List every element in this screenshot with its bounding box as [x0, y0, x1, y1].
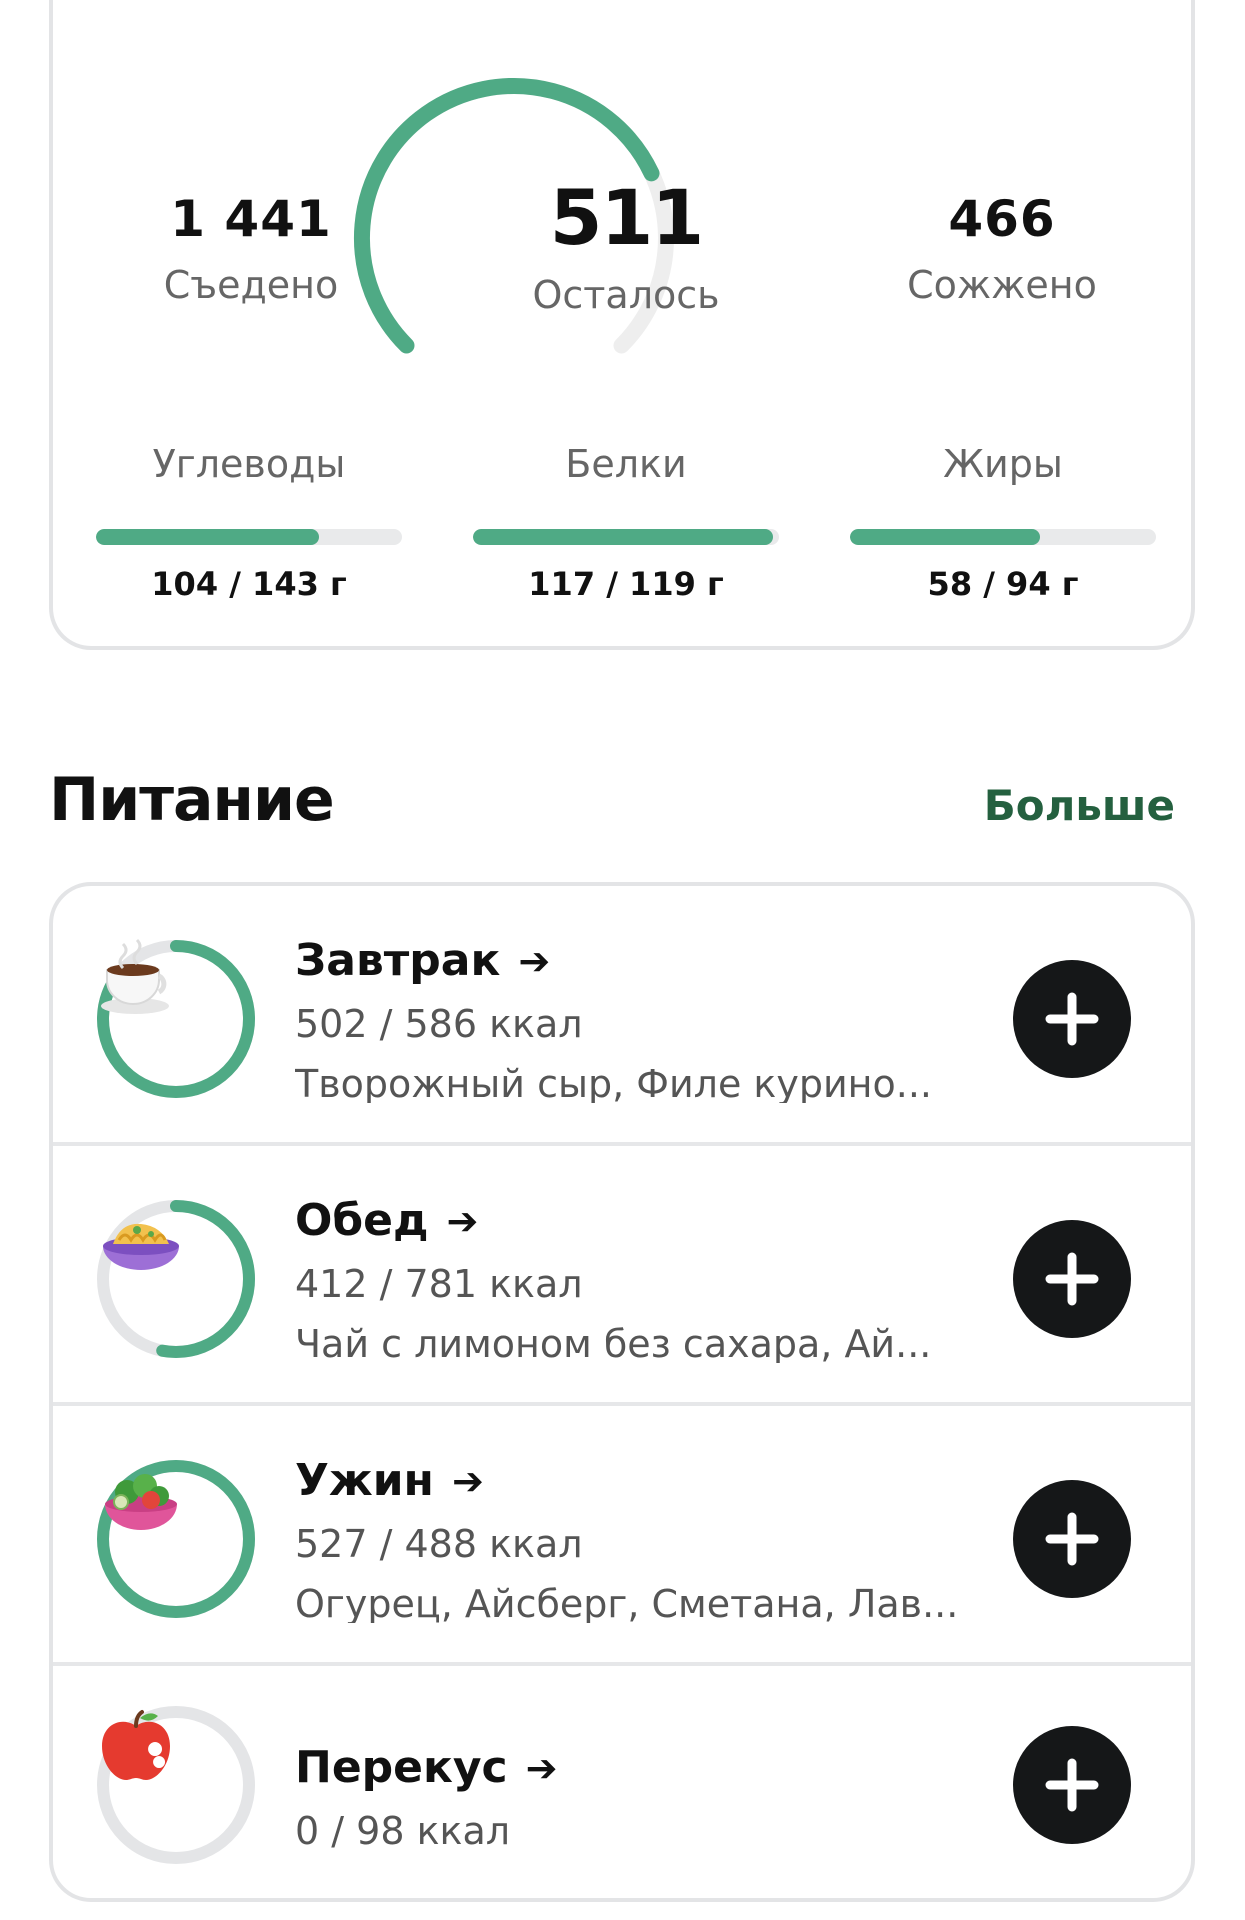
- meal-progress-ring: [93, 936, 259, 1102]
- macro-carbs-bar: [96, 529, 402, 545]
- meal-title: Обед ➔: [295, 1199, 1015, 1243]
- macro-carbs-value: 104 / 143 г: [151, 565, 347, 603]
- eaten-value: 1 441: [170, 190, 332, 248]
- meal-row-dinner[interactable]: Ужин ➔ 527 / 488 ккал Огурец, Айсберг, С…: [53, 1406, 1191, 1666]
- macro-fat-bar: [850, 529, 1156, 545]
- meal-calories: 502 / 586 ккал: [295, 1002, 583, 1046]
- macro-carbs: Углеводы 104 / 143 г: [96, 445, 402, 600]
- meal-row-lunch[interactable]: Обед ➔ 412 / 781 ккал Чай с лимоном без …: [53, 1146, 1191, 1406]
- meal-name: Ужин: [295, 1455, 434, 1506]
- apple-icon: [93, 1702, 259, 1868]
- meal-info: Завтрак ➔ 502 / 586 ккал Творожный сыр, …: [295, 939, 1015, 1104]
- plus-icon: [1045, 1758, 1099, 1812]
- meal-title: Перекус ➔: [295, 1746, 1015, 1790]
- burned-label: Сожжено: [907, 263, 1097, 307]
- meal-calories: 527 / 488 ккал: [295, 1522, 583, 1566]
- eaten-label: Съедено: [163, 263, 339, 307]
- nutrition-section-title: Питание: [49, 765, 335, 835]
- meal-row-breakfast[interactable]: Завтрак ➔ 502 / 586 ккал Творожный сыр, …: [53, 886, 1191, 1146]
- meal-name: Обед: [295, 1195, 429, 1246]
- meal-items: Огурец, Айсберг, Сметана, Лав...: [295, 1585, 959, 1623]
- more-link[interactable]: Больше: [984, 785, 1175, 827]
- macro-fat: Жиры 58 / 94 г: [850, 445, 1156, 600]
- calorie-summary-card: 1 441 Съедено 511 Осталось 466 Сожжено У…: [49, 0, 1195, 650]
- macro-carbs-label: Углеводы: [152, 442, 346, 486]
- macro-carbs-bar-fill: [96, 529, 320, 545]
- coffee-cup-icon: [93, 936, 259, 1102]
- meal-progress-ring: [93, 1456, 259, 1622]
- meal-info: Обед ➔ 412 / 781 ккал Чай с лимоном без …: [295, 1199, 1015, 1364]
- add-snack-button[interactable]: [1013, 1726, 1131, 1844]
- meal-info: Ужин ➔ 527 / 488 ккал Огурец, Айсберг, С…: [295, 1459, 1015, 1624]
- pasta-bowl-icon: [93, 1196, 259, 1362]
- meal-row-snack[interactable]: Перекус ➔ 0 / 98 ккал: [53, 1666, 1191, 1898]
- arrow-right-icon: ➔: [518, 939, 551, 983]
- macro-protein-value: 117 / 119 г: [528, 565, 724, 603]
- meal-items: Творожный сыр, Филе курино...: [295, 1065, 933, 1103]
- macro-protein-label: Белки: [565, 442, 687, 486]
- arrow-right-icon: ➔: [446, 1199, 479, 1243]
- meal-info: Перекус ➔ 0 / 98 ккал: [295, 1746, 1015, 1853]
- remaining-value: 511: [549, 173, 705, 262]
- remaining-stat: 511 Осталось: [476, 173, 776, 317]
- meal-calories: 412 / 781 ккал: [295, 1262, 583, 1306]
- salad-icon: [93, 1456, 259, 1622]
- remaining-label: Осталось: [532, 273, 720, 317]
- plus-icon: [1045, 992, 1099, 1046]
- macro-protein-bar: [473, 529, 779, 545]
- macro-fat-bar-fill: [850, 529, 1040, 545]
- add-lunch-button[interactable]: [1013, 1220, 1131, 1338]
- meal-title: Ужин ➔: [295, 1459, 1015, 1503]
- meal-items: Чай с лимоном без сахара, Ай...: [295, 1325, 932, 1363]
- meal-name: Перекус: [295, 1742, 508, 1793]
- meals-list: Завтрак ➔ 502 / 586 ккал Творожный сыр, …: [49, 882, 1195, 1902]
- macro-protein: Белки 117 / 119 г: [473, 445, 779, 600]
- meal-title: Завтрак ➔: [295, 939, 1015, 983]
- meal-progress-ring: [93, 1702, 259, 1868]
- add-breakfast-button[interactable]: [1013, 960, 1131, 1078]
- eaten-stat: 1 441 Съедено: [101, 194, 401, 304]
- burned-stat: 466 Сожжено: [852, 194, 1152, 304]
- meal-progress-ring: [93, 1196, 259, 1362]
- arrow-right-icon: ➔: [525, 1746, 558, 1790]
- meal-calories: 0 / 98 ккал: [295, 1809, 511, 1853]
- burned-value: 466: [948, 190, 1056, 248]
- macro-fat-label: Жиры: [943, 442, 1063, 486]
- plus-icon: [1045, 1252, 1099, 1306]
- macro-protein-bar-fill: [473, 529, 773, 545]
- macro-fat-value: 58 / 94 г: [927, 565, 1079, 603]
- add-dinner-button[interactable]: [1013, 1480, 1131, 1598]
- plus-icon: [1045, 1512, 1099, 1566]
- meal-name: Завтрак: [295, 935, 501, 986]
- arrow-right-icon: ➔: [451, 1459, 484, 1503]
